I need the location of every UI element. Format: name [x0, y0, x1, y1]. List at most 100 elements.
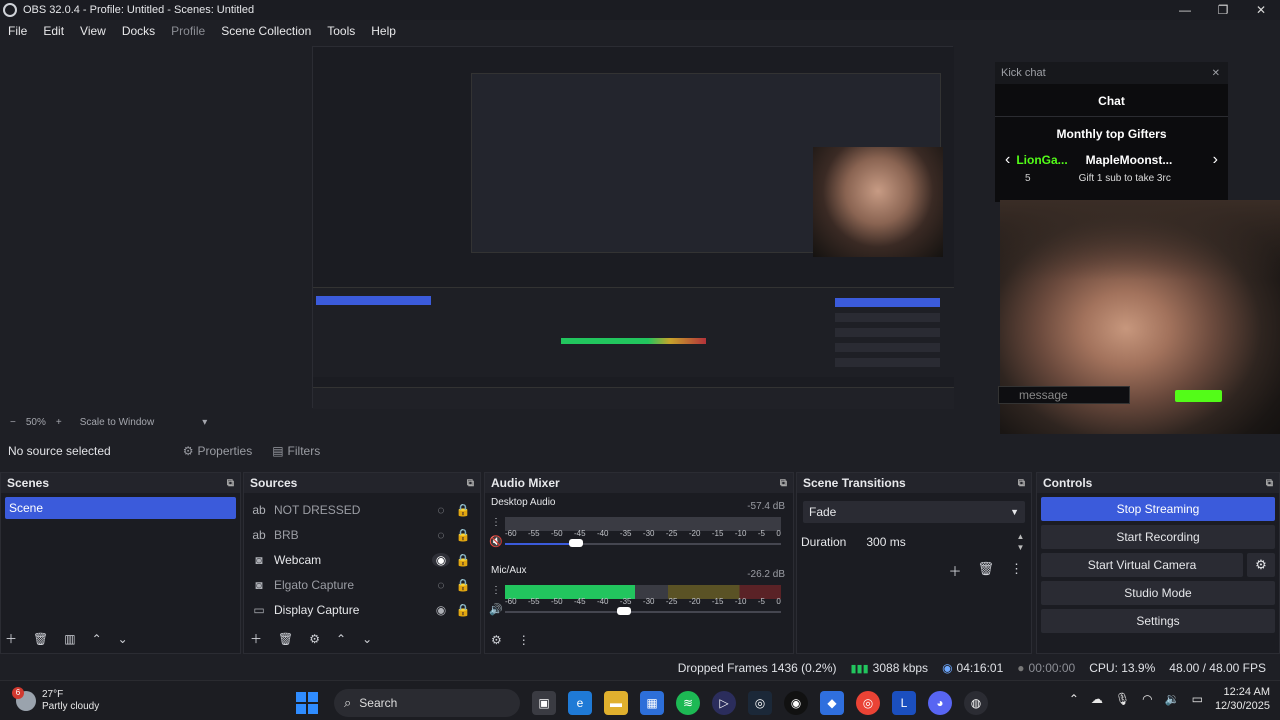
spinner-icon[interactable]: ▲ ▼	[1016, 531, 1024, 553]
lock-icon[interactable]: 🔒	[454, 603, 472, 617]
roblox-icon[interactable]: ◆	[820, 691, 844, 715]
file-explorer-icon[interactable]: ▬	[604, 691, 628, 715]
microphone-icon[interactable]: 🎙	[1115, 692, 1130, 706]
eye-off-icon[interactable]: ◌	[432, 528, 450, 542]
spotify-icon[interactable]: ≋	[676, 691, 700, 715]
gear-icon[interactable]: ⚙	[491, 633, 502, 647]
chevron-down-icon[interactable]: ▾	[202, 417, 207, 428]
search-label: Search	[359, 696, 398, 710]
undock-icon[interactable]: ⧉	[1018, 478, 1025, 489]
menu-docks[interactable]: Docks	[114, 24, 163, 38]
menu-edit[interactable]: Edit	[35, 24, 72, 38]
scale-mode[interactable]: Scale to Window	[80, 417, 154, 428]
edge-icon[interactable]: e	[568, 691, 592, 715]
task-view-icon[interactable]: ▣	[532, 691, 556, 715]
transition-select[interactable]: Fade ▼	[803, 501, 1025, 523]
filters-button[interactable]: ▤ Filters	[272, 444, 320, 458]
studio-mode-button[interactable]: Studio Mode	[1041, 581, 1275, 605]
eye-off-icon[interactable]: ◌	[432, 503, 450, 517]
preview-area[interactable]: Kick chat ✕ Chat Monthly top Gifters ‹ L…	[0, 42, 1280, 434]
undock-icon[interactable]: ⧉	[1266, 478, 1273, 489]
taskbar-search[interactable]: ⌕ Search	[334, 689, 520, 717]
eye-off-icon[interactable]: ◌	[432, 578, 450, 592]
source-item[interactable]: ab NOT DRESSED ◌ 🔒	[244, 497, 480, 522]
wifi-icon[interactable]: ◠	[1142, 692, 1152, 706]
add-icon[interactable]: ＋	[250, 630, 262, 647]
volume-slider-track[interactable]	[505, 611, 781, 613]
speaker-icon[interactable]: 🔊	[489, 603, 503, 616]
source-item[interactable]: ab BRB ◌ 🔒	[244, 522, 480, 547]
duration-value: 300 ms	[866, 535, 906, 549]
chevron-up-icon[interactable]: ⌃	[1069, 692, 1079, 706]
kebab-icon[interactable]: ⋮	[491, 517, 501, 528]
menu-view[interactable]: View	[72, 24, 114, 38]
properties-button[interactable]: ⚙ Properties	[183, 444, 252, 458]
cloud-icon[interactable]: ☁	[1091, 692, 1103, 706]
stop-streaming-button[interactable]: Stop Streaming	[1041, 497, 1275, 521]
undock-icon[interactable]: ⧉	[227, 478, 234, 489]
chevron-up-icon[interactable]: ⌃	[92, 632, 102, 646]
kebab-icon[interactable]: ⋮	[518, 633, 530, 647]
close-button[interactable]: ✕	[1242, 0, 1280, 20]
undock-icon[interactable]: ⧉	[780, 478, 787, 489]
chrome-icon[interactable]: ◎	[856, 691, 880, 715]
windows-start-icon[interactable]	[296, 692, 318, 714]
undock-icon[interactable]: ⧉	[467, 478, 474, 489]
kebab-icon[interactable]: ⋮	[491, 585, 501, 596]
lock-icon[interactable]: 🔒	[454, 553, 472, 567]
battery-icon[interactable]: ▭	[1192, 692, 1203, 706]
start-recording-button[interactable]: Start Recording	[1041, 525, 1275, 549]
gear-icon[interactable]: ⚙	[309, 632, 320, 646]
store-icon[interactable]: ▦	[640, 691, 664, 715]
lock-icon[interactable]: 🔒	[454, 578, 472, 592]
lock-icon[interactable]: 🔒	[454, 528, 472, 542]
scale-tick: -35	[619, 529, 632, 538]
source-item[interactable]: ◙ Elgato Capture ◌ 🔒	[244, 572, 480, 597]
filter-icon[interactable]: ▥	[64, 632, 75, 646]
maximize-button[interactable]: ❐	[1204, 0, 1242, 20]
volume-slider-knob[interactable]	[569, 539, 583, 547]
minimize-button[interactable]: —	[1166, 0, 1204, 20]
menu-file[interactable]: File	[0, 24, 35, 38]
eye-icon[interactable]: ◉	[432, 552, 450, 567]
gear-icon[interactable]: ⚙	[1247, 553, 1275, 577]
discord-icon[interactable]: ◕	[928, 691, 952, 715]
steam-icon[interactable]: ◎	[748, 691, 772, 715]
zoom-in-icon[interactable]: +	[56, 417, 62, 428]
trash-icon[interactable]: 🗑	[33, 632, 48, 646]
settings-button[interactable]: Settings	[1041, 609, 1275, 633]
add-icon[interactable]: ＋	[5, 630, 17, 647]
weather-widget[interactable]: 6 27°F Partly cloudy	[12, 686, 99, 713]
volume-slider-knob[interactable]	[617, 607, 631, 615]
speaker-muted-icon[interactable]: 🔇	[489, 535, 503, 548]
launcher-icon[interactable]: L	[892, 691, 916, 715]
obs-icon[interactable]: ◍	[964, 691, 988, 715]
chevron-down-icon[interactable]: ⌄	[118, 632, 128, 646]
menu-profile[interactable]: Profile	[163, 24, 213, 38]
epic-icon[interactable]: ◉	[784, 691, 808, 715]
trash-icon[interactable]: 🗑	[278, 632, 293, 646]
add-icon[interactable]: ＋	[948, 561, 961, 580]
trash-icon[interactable]: 🗑	[977, 561, 994, 580]
chevron-down-icon[interactable]: ⌄	[362, 632, 372, 646]
eye-icon[interactable]: ◉	[432, 603, 450, 617]
menu-help[interactable]: Help	[363, 24, 404, 38]
duration-input[interactable]: 300 ms ▲ ▼	[862, 531, 1029, 553]
clock[interactable]: 12:24 AM 12/30/2025	[1215, 685, 1270, 713]
scenes-header: Scenes ⧉	[1, 473, 240, 493]
lock-icon[interactable]: 🔒	[454, 503, 472, 517]
menu-tools[interactable]: Tools	[319, 24, 363, 38]
transitions-header: Scene Transitions ⧉	[797, 473, 1031, 493]
speaker-icon[interactable]: 🔉	[1165, 692, 1180, 706]
transitions-title: Scene Transitions	[803, 476, 906, 490]
chevron-up-icon[interactable]: ⌃	[336, 632, 346, 646]
kebab-icon[interactable]: ⋮	[1010, 561, 1023, 580]
zoom-out-icon[interactable]: −	[10, 417, 16, 428]
scene-item[interactable]: Scene	[5, 497, 236, 519]
start-virtual-camera-button[interactable]: Start Virtual Camera ⚙	[1041, 553, 1275, 577]
media-player-icon[interactable]: ▷	[712, 691, 736, 715]
properties-label: Properties	[197, 444, 253, 458]
source-item[interactable]: ▭ Display Capture ◉ 🔒	[244, 597, 480, 622]
menu-scene-collection[interactable]: Scene Collection	[213, 24, 319, 38]
source-item[interactable]: ◙ Webcam ◉ 🔒	[244, 547, 480, 572]
